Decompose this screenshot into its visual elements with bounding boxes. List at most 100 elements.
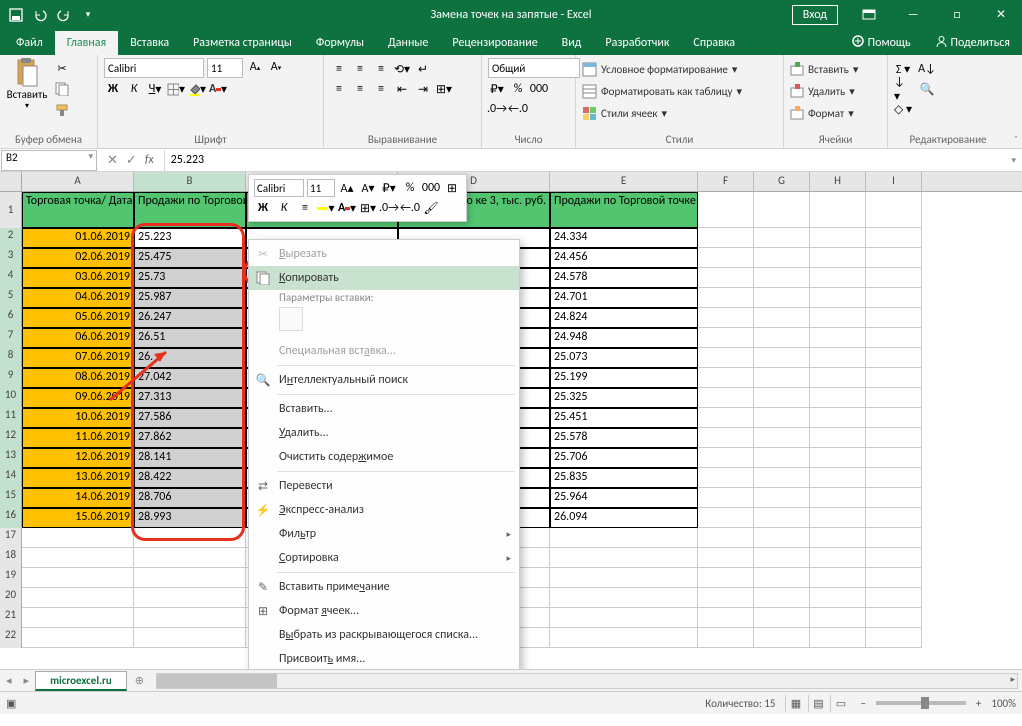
clear-icon[interactable]: ◇ ▾ [894,100,912,118]
menu-paste-options[interactable] [249,305,519,339]
tab-view[interactable]: Вид [550,31,594,55]
borders-icon[interactable]: ▾ [167,80,185,98]
italic-button[interactable]: К [125,80,143,98]
menu-translate[interactable]: ⇄Перевести [249,474,519,498]
insert-function-icon[interactable]: fx [145,153,154,168]
horizontal-scrollbar[interactable]: ◂▸ [156,673,1018,689]
menu-smart-lookup[interactable]: 🔍Интеллектуальный поиск [249,368,519,392]
tab-home[interactable]: Главная [55,31,118,55]
redo-icon[interactable] [52,3,76,27]
qa-more-icon[interactable]: ▾ [76,3,100,27]
menu-paste-special[interactable]: Специальная вставка... [249,339,519,363]
mini-font-name[interactable] [254,179,304,197]
mini-decrease-font-icon[interactable]: A▾ [359,179,377,197]
close-icon[interactable]: ✕ [980,0,1022,29]
decrease-decimal-icon[interactable]: ←.0 [509,100,527,118]
underline-button[interactable]: Ч ▾ [146,80,164,98]
mini-italic-icon[interactable]: К [275,199,293,217]
align-right-icon[interactable]: ≡ [372,80,390,98]
tab-data[interactable]: Данные [376,31,440,55]
sheet-nav-next-icon[interactable]: ▸ [18,674,36,687]
view-layout-icon[interactable]: ▤ [808,695,828,712]
menu-pick-list[interactable]: Выбрать из раскрывающегося списка... [249,623,519,647]
mini-increase-font-icon[interactable]: A▴ [338,179,356,197]
paste-button[interactable]: Вставить ▾ [6,58,48,120]
menu-sort[interactable]: Сортировка▸ [249,546,519,570]
collapse-ribbon-icon[interactable]: ˆ [1014,133,1018,146]
number-format-select[interactable] [488,58,580,78]
menu-format-cells[interactable]: ⊞Формат ячеек... [249,599,519,623]
share-button[interactable]: Поделиться [923,30,1022,55]
tab-developer[interactable]: Разработчик [593,31,681,55]
align-bottom-icon[interactable]: ≡ [372,60,390,78]
ribbon-options-icon[interactable] [848,0,890,29]
mini-comma-icon[interactable]: 000 [422,179,440,197]
mini-borders-icon[interactable]: ⊞ [443,179,461,197]
menu-quick-analysis[interactable]: ⚡Экспресс-анализ [249,498,519,522]
zoom-slider[interactable] [876,701,966,705]
fill-color-icon[interactable]: ▾ [188,80,206,98]
name-box[interactable]: B2 [1,150,97,171]
menu-insert-comment[interactable]: ✎Вставить примечание [249,575,519,599]
wrap-text-icon[interactable]: ↵ [414,60,432,78]
undo-icon[interactable] [28,3,52,27]
mini-currency-icon[interactable]: ₽▾ [380,179,398,197]
zoom-level[interactable]: 100% [991,697,1016,710]
mini-bold-icon[interactable]: Ж [254,199,272,217]
mini-border-icon[interactable]: ⊞▾ [359,199,377,217]
tab-file[interactable]: Файл [4,31,55,55]
save-icon[interactable] [4,3,28,27]
copy-icon[interactable] [52,79,72,99]
decrease-font-icon[interactable]: A▾ [267,58,285,76]
macro-record-icon[interactable]: ▣ [6,697,16,710]
menu-filter[interactable]: Фильтр▸ [249,522,519,546]
menu-delete[interactable]: Удалить... [249,421,519,445]
align-left-icon[interactable]: ≡ [330,80,348,98]
mini-fill-icon[interactable]: ▾ [317,199,335,217]
percent-icon[interactable]: % [509,80,527,98]
bold-button[interactable]: Ж [104,80,122,98]
cell-styles-button[interactable]: Стили ячеек ▾ [582,102,777,124]
format-cells-button[interactable]: Формат ▾ [790,102,881,124]
tab-help[interactable]: Справка [681,31,747,55]
font-size-select[interactable] [207,58,243,78]
font-color-icon[interactable]: A▾ [209,80,227,98]
zoom-in-icon[interactable]: + [976,697,981,710]
sheet-nav-prev-icon[interactable]: ◂ [0,674,18,687]
enter-formula-icon[interactable]: ✓ [126,153,137,168]
increase-decimal-icon[interactable]: .0→ [488,100,506,118]
currency-icon[interactable]: ₽▾ [488,80,506,98]
merge-icon[interactable]: ⊞▾ [435,80,453,98]
align-center-icon[interactable]: ≡ [351,80,369,98]
add-sheet-icon[interactable]: ⊕ [127,674,152,687]
cut-icon[interactable]: ✂ [52,58,72,78]
view-normal-icon[interactable]: ▦ [785,695,805,712]
font-name-select[interactable] [104,58,204,78]
tab-formulas[interactable]: Формулы [304,31,376,55]
maximize-icon[interactable]: □ [936,0,978,29]
formula-bar[interactable]: 25.223 [164,150,1006,171]
increase-indent-icon[interactable]: ⇥ [414,80,432,98]
tell-me[interactable]: Помощь [840,30,923,55]
menu-copy[interactable]: Копировать [249,266,519,290]
conditional-fmt-button[interactable]: Условное форматирование ▾ [582,58,777,80]
zoom-out-icon[interactable]: − [860,697,865,710]
mini-painter-icon[interactable]: 🖌 [422,199,440,217]
find-select-icon[interactable]: 🔍 [915,80,939,98]
sheet-tab[interactable]: microexcel.ru [35,671,127,691]
align-middle-icon[interactable]: ≡ [351,60,369,78]
worksheet-grid[interactable]: ABCDEFGHI 1Торговая точка/ ДатаПродажи п… [0,172,1022,669]
tab-insert[interactable]: Вставка [118,31,181,55]
cancel-formula-icon[interactable]: ✕ [107,153,118,168]
mini-fontcolor-icon[interactable]: A▾ [338,199,356,217]
menu-cut[interactable]: ✂Вырезать [249,242,519,266]
minimize-icon[interactable]: — [892,0,934,29]
decrease-indent-icon[interactable]: ⇤ [393,80,411,98]
view-pagebreak-icon[interactable]: ▭ [830,695,850,712]
menu-clear[interactable]: Очистить содержимое [249,445,519,469]
expand-formula-icon[interactable]: ▾ [1005,155,1022,166]
mini-align-icon[interactable]: ≡ [296,199,314,217]
increase-font-icon[interactable]: A▴ [246,58,264,76]
menu-insert[interactable]: Вставить... [249,397,519,421]
tab-layout[interactable]: Разметка страницы [181,31,304,55]
